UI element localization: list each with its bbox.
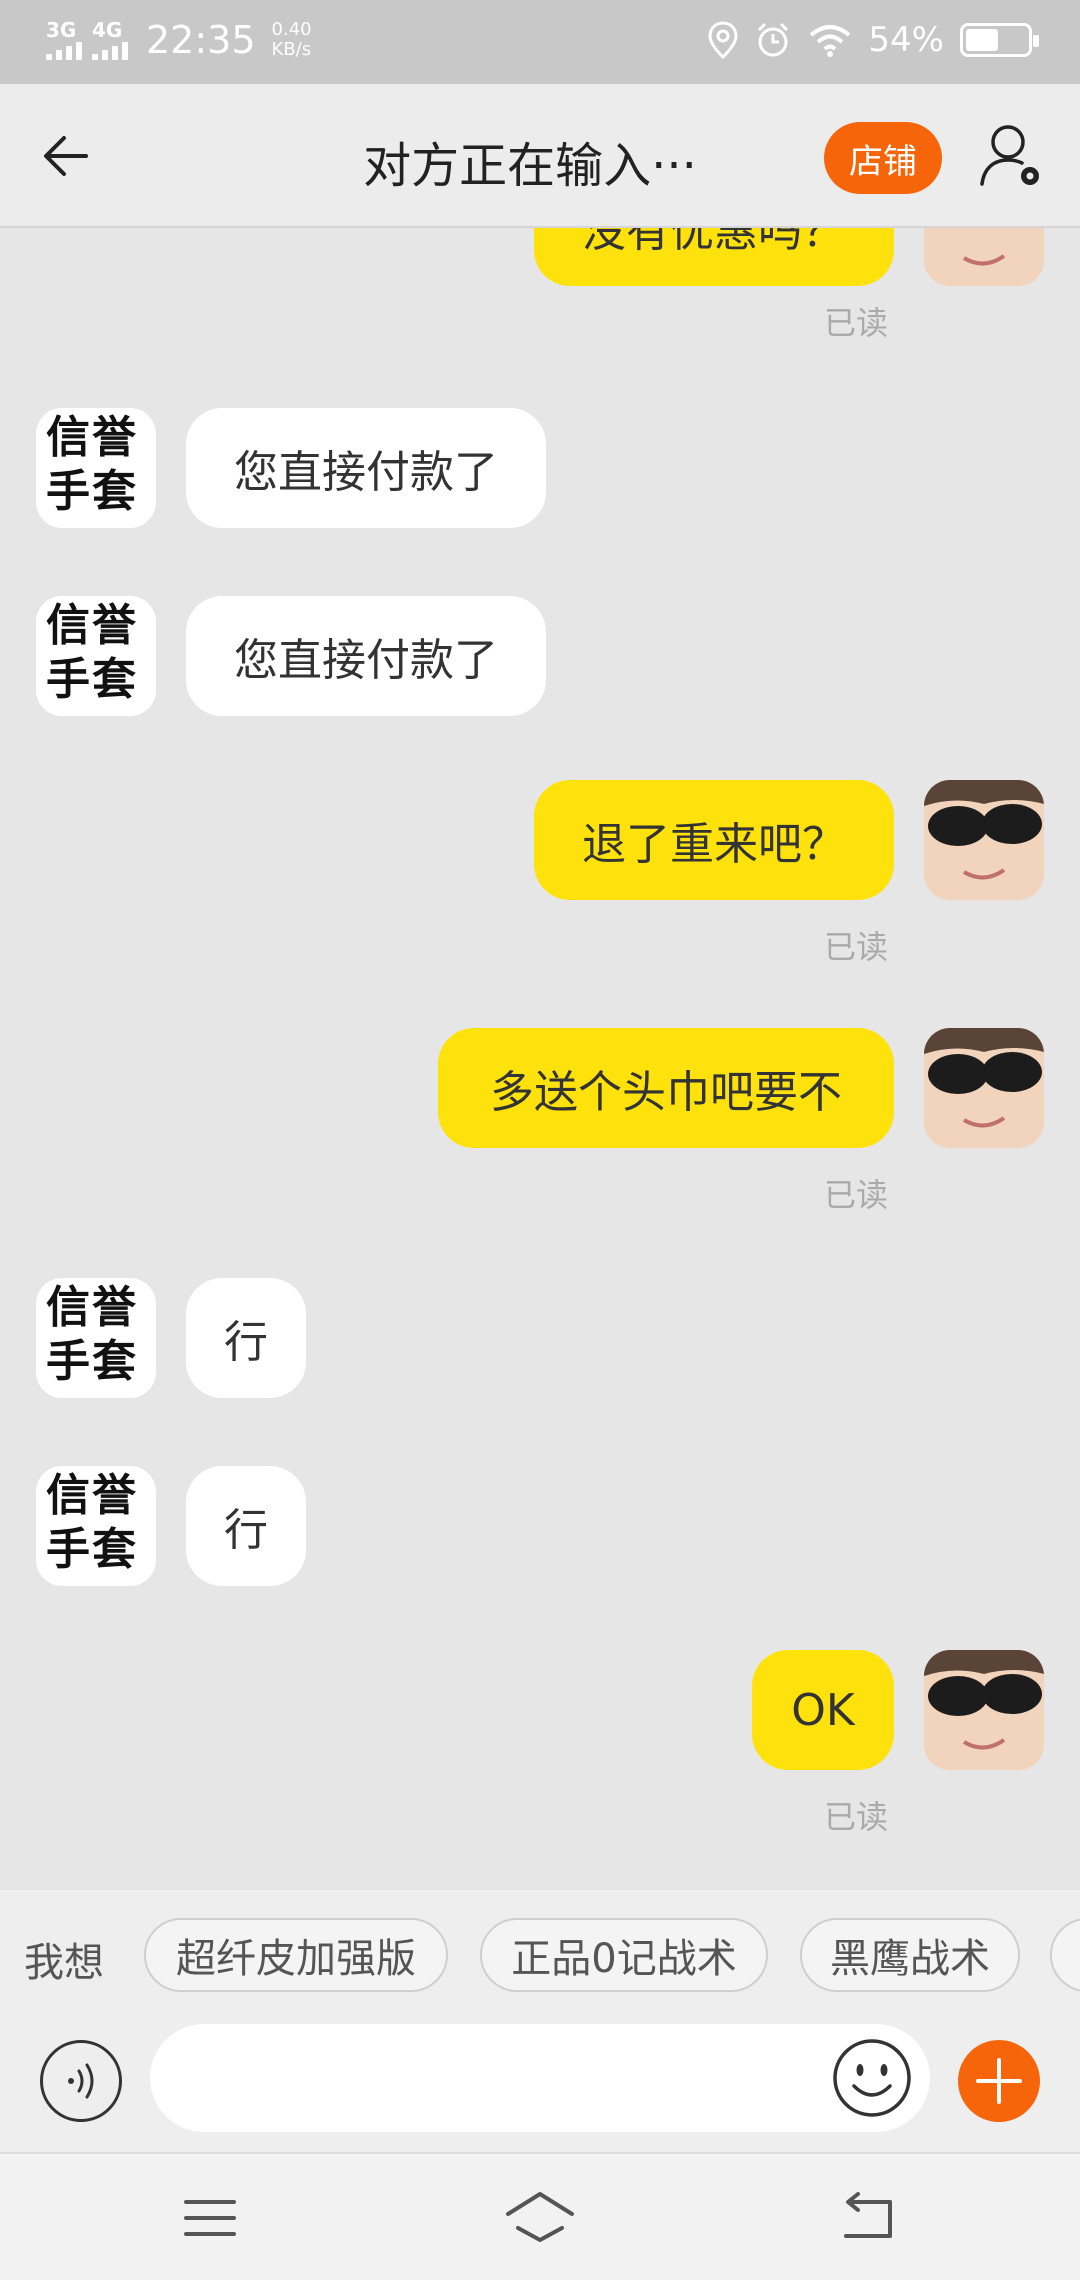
input-bar [0,2020,1080,2152]
message-text: 退了重来吧？ [582,819,846,870]
network-type-label: 4G [92,18,123,42]
suggestion-chip[interactable]: 黑鹰战术 [800,1918,1020,1992]
network-speed-value: 0.40 [271,19,312,40]
back-icon[interactable] [836,2188,900,2248]
network-type-label: 3G [46,18,77,42]
location-icon [708,21,738,59]
user-avatar-image [924,780,1044,900]
network-speed: 0.40 KB/s [272,20,312,60]
message-list[interactable]: 没有优惠吗？ 已读 信誉 手套 您直接付款了 信誉 手套 您直接付款了 退了重来… [0,228,1080,1890]
battery-percent: 54% [868,20,944,60]
user-avatar-image [924,1028,1044,1148]
user-avatar-image [924,1650,1044,1770]
shop-button[interactable]: 店铺 [824,122,942,194]
shop-avatar-text: 手套 [46,654,138,705]
voice-input-button[interactable] [40,2040,122,2122]
shop-avatar-text: 信誉 [46,1282,138,1333]
avatar[interactable] [924,228,1044,286]
network-speed-unit: KB/s [271,39,312,60]
shop-avatar-text: 信誉 [46,1470,138,1521]
shop-avatar-text: 信誉 [46,600,138,651]
suggestion-chip[interactable]: 正品0记战术 [480,1918,768,1992]
avatar[interactable] [924,1650,1044,1770]
message-bubble-outgoing[interactable]: 退了重来吧？ [534,780,894,900]
avatar[interactable] [924,780,1044,900]
message-text: 没有优惠吗？ [582,228,846,257]
message-text: 行 [224,1505,268,1556]
system-navigation-bar [0,2152,1080,2280]
emoji-icon[interactable] [830,2036,914,2120]
home-icon[interactable] [504,2188,576,2248]
shop-avatar-text: 信誉 [46,412,138,463]
message-bubble-incoming[interactable]: 您直接付款了 [186,596,546,716]
message-bubble-outgoing[interactable]: 没有优惠吗？ [534,228,894,286]
message-bubble-incoming[interactable]: 行 [186,1278,306,1398]
shop-avatar[interactable]: 信誉 手套 [36,596,156,716]
user-avatar-image [924,228,1044,286]
shop-avatar[interactable]: 信誉 手套 [36,408,156,528]
message-bubble-outgoing[interactable]: 多送个头巾吧要不 [438,1028,894,1148]
status-bar: 3G 4G 22:35 0.40 KB/s 54% [0,0,1080,84]
battery-fill [966,29,998,51]
message-text: 多送个头巾吧要不 [490,1067,842,1118]
suggestion-chip[interactable]: 超纤皮加强版 [144,1918,448,1992]
clock: 22:35 [146,18,256,62]
message-text: 您直接付款了 [234,447,498,498]
signal-3g-icon: 3G [46,20,82,60]
read-receipt: 已读 [824,304,889,342]
shop-avatar-text: 手套 [46,1524,138,1575]
read-receipt: 已读 [824,1798,889,1836]
message-bubble-incoming[interactable]: 行 [186,1466,306,1586]
page-title: 对方正在输入··· [363,138,697,194]
user-settings-icon[interactable] [976,120,1048,192]
signal-4g-icon: 4G [92,20,128,60]
read-receipt: 已读 [824,928,889,966]
read-receipt: 已读 [824,1176,889,1214]
shop-avatar[interactable]: 信誉 手套 [36,1466,156,1586]
voice-icon [68,2063,94,2099]
message-bubble-outgoing[interactable]: OK [752,1650,894,1770]
shop-avatar-text: 手套 [46,1336,138,1387]
message-bubble-incoming[interactable]: 您直接付款了 [186,408,546,528]
chat-header: 对方正在输入··· 店铺 [0,84,1080,228]
battery-icon [960,23,1039,57]
wifi-icon [810,25,851,57]
message-text: 您直接付款了 [234,635,498,686]
suggestion-bar: 我想 超纤皮加强版 正品0记战术 黑鹰战术 [0,1890,1080,2020]
plus-icon [976,2058,1022,2104]
shop-avatar-text: 手套 [46,466,138,517]
suggestion-chip-partial[interactable] [1050,1918,1080,1992]
suggestion-label: 我想 [24,1940,104,1986]
menu-icon[interactable] [178,2188,242,2248]
message-text: OK [791,1684,855,1736]
avatar[interactable] [924,1028,1044,1148]
back-arrow-icon[interactable] [36,124,100,188]
message-text: 行 [224,1317,268,1368]
alarm-icon [758,22,789,57]
add-attachment-button[interactable] [958,2040,1040,2122]
shop-avatar[interactable]: 信誉 手套 [36,1278,156,1398]
message-input[interactable] [150,2024,930,2132]
